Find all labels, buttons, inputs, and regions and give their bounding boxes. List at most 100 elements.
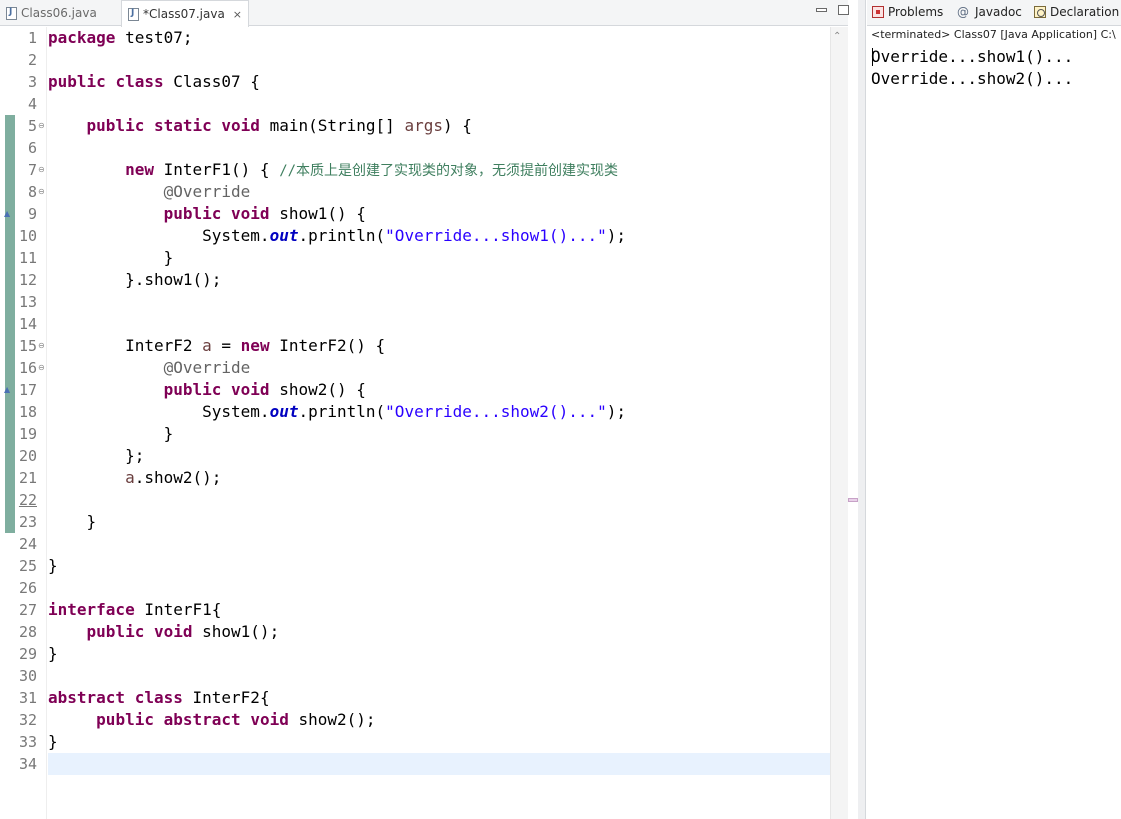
tab-label: Class06.java	[21, 6, 97, 20]
quick-diff-ruler: ▲ ▲	[0, 27, 16, 819]
line-number: 28	[18, 623, 37, 641]
java-file-icon	[128, 7, 139, 21]
scroll-up-icon[interactable]: ⌃	[833, 31, 841, 42]
tab-label: Javadoc	[975, 5, 1022, 19]
code-line: public abstract void show2();	[96, 710, 376, 729]
line-number: 30	[18, 667, 37, 685]
line-number: 9	[27, 205, 37, 223]
line-number: 8	[27, 183, 37, 201]
tab-label: Problems	[888, 5, 944, 19]
code-line: public static void main(String[] args) {	[86, 116, 472, 135]
code-line: public void show1() {	[163, 204, 366, 223]
fold-toggle-icon[interactable]: ⊖	[38, 181, 45, 203]
javadoc-icon: @	[957, 5, 969, 19]
code-line: System.out.println("Override...show1()..…	[202, 226, 626, 245]
line-number: 7	[27, 161, 37, 179]
java-file-icon	[6, 6, 17, 20]
line-number: 33	[18, 733, 37, 751]
line-number: 24	[18, 535, 37, 553]
line-number: 6	[27, 139, 37, 157]
line-number: 14	[18, 315, 37, 333]
line-number: 26	[18, 579, 37, 597]
override-marker-icon: ▲	[4, 385, 11, 394]
line-number: 17	[18, 381, 37, 399]
code-line: public class Class07 {	[48, 72, 260, 91]
tab-javadoc[interactable]: @ Javadoc	[957, 5, 1022, 19]
code-line: }	[48, 644, 58, 663]
tab-class06[interactable]: Class06.java	[6, 0, 97, 26]
close-icon[interactable]: ×	[233, 8, 242, 21]
fold-toggle-icon[interactable]: ⊖	[38, 357, 45, 379]
line-number: 12	[18, 271, 37, 289]
code-line: System.out.println("Override...show2()..…	[202, 402, 626, 421]
line-number: 25	[18, 557, 37, 575]
editor-pane: Class06.java *Class07.java × ▲ ▲ 1234567…	[0, 0, 849, 819]
text-caret	[872, 48, 873, 66]
line-number: 21	[18, 469, 37, 487]
tab-problems[interactable]: Problems	[872, 5, 943, 19]
code-line: }	[48, 424, 174, 443]
line-number: 18	[18, 403, 37, 421]
maximize-button[interactable]	[838, 5, 849, 15]
line-number: 22	[18, 491, 37, 509]
code-line: public void show2() {	[163, 380, 366, 399]
current-line-highlight	[48, 753, 830, 775]
line-number: 23	[18, 513, 37, 531]
code-line: package test07;	[48, 28, 193, 47]
code-line: @Override	[163, 182, 251, 201]
pane-splitter[interactable]	[858, 0, 866, 819]
console-status: <terminated> Class07 [Java Application] …	[871, 28, 1116, 41]
code-line: }.show1();	[48, 270, 222, 289]
line-number: 19	[18, 425, 37, 443]
vertical-scrollbar[interactable]	[830, 27, 848, 819]
line-number: 31	[18, 689, 37, 707]
line-number: 10	[18, 227, 37, 245]
code-line: public void show1();	[86, 622, 280, 641]
code-line: InterF2 a = new InterF2() {	[125, 336, 386, 355]
editor-tab-bar: Class06.java *Class07.java ×	[0, 0, 849, 27]
line-number: 1	[27, 29, 37, 47]
code-line: };	[48, 446, 145, 465]
code-line: abstract class InterF2{	[48, 688, 270, 707]
line-number: 15	[18, 337, 37, 355]
tab-class07[interactable]: *Class07.java ×	[121, 0, 250, 27]
line-number-gutter: 1 2 3 4 5 6 7 8 9 10 11 12 13 14 15 16 17 18 19 20 21 22 23 24 2…	[16, 27, 47, 819]
line-number: 3	[27, 73, 37, 91]
console-pane: Problems @ Javadoc Declaration <terminat…	[867, 0, 1121, 819]
code-line: }	[48, 512, 97, 531]
code-line: }	[48, 732, 58, 751]
line-number: 13	[18, 293, 37, 311]
code-editor[interactable]: package test07; public class Class07 { p…	[48, 27, 830, 819]
line-number: 16	[18, 359, 37, 377]
line-number: 11	[18, 249, 37, 267]
line-number: 32	[18, 711, 37, 729]
line-number: 2	[27, 51, 37, 69]
view-tab-bar: Problems @ Javadoc Declaration	[867, 0, 1121, 26]
line-number: 4	[27, 95, 37, 113]
line-number: 27	[18, 601, 37, 619]
declaration-icon	[1034, 6, 1046, 18]
line-number: 5	[27, 117, 37, 135]
quick-diff-change-bar	[5, 115, 15, 533]
tab-label: Declaration	[1050, 5, 1120, 19]
code-line: }	[48, 248, 174, 267]
overview-ruler-marker[interactable]	[848, 498, 858, 502]
console-output-line: Override...show2()...	[871, 69, 1074, 88]
tab-label: *Class07.java	[143, 7, 225, 21]
line-number: 20	[18, 447, 37, 465]
code-line: }	[48, 556, 58, 575]
fold-toggle-icon[interactable]: ⊖	[38, 159, 45, 181]
fold-toggle-icon[interactable]: ⊖	[38, 335, 45, 357]
override-marker-icon: ▲	[4, 209, 11, 218]
line-number: 34	[18, 755, 37, 773]
code-line: new InterF1() { //本质上是创建了实现类的对象，无须提前创建实现…	[125, 160, 619, 179]
problems-icon	[872, 6, 884, 18]
minimize-button[interactable]	[816, 8, 827, 12]
code-line: @Override	[163, 358, 251, 377]
code-line: interface InterF1{	[48, 600, 222, 619]
tab-declaration[interactable]: Declaration	[1034, 5, 1119, 19]
line-number: 29	[18, 645, 37, 663]
code-line: a.show2();	[125, 468, 222, 487]
fold-toggle-icon[interactable]: ⊖	[38, 115, 45, 137]
console-output-line: Override...show1()...	[871, 47, 1074, 66]
